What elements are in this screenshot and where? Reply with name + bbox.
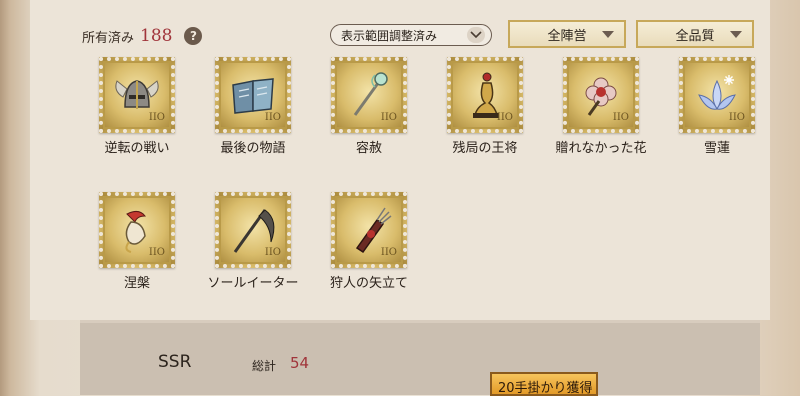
dropdown-arrow-icon bbox=[730, 31, 742, 38]
display-filter-button[interactable]: 表示範囲調整済み bbox=[330, 24, 492, 46]
item-label: 雪蓮 bbox=[703, 141, 730, 156]
owned-label: 所有済み bbox=[82, 30, 135, 46]
display-filter-label: 表示範囲調整済み bbox=[341, 28, 438, 43]
item-card[interactable]: IIO 逆転の戦い bbox=[82, 57, 192, 156]
camp-dropdown[interactable]: 全陣営 bbox=[508, 20, 626, 48]
item-card[interactable]: IIO 残局の王将 bbox=[430, 57, 540, 156]
item-card[interactable]: IIO 贈れなかった花 bbox=[546, 57, 656, 156]
dropdown-arrow-icon bbox=[602, 31, 614, 38]
stamp-mark: IIO bbox=[148, 112, 165, 123]
rarity-title: SSR bbox=[158, 352, 192, 372]
item-label: 逆転の戦い bbox=[104, 141, 170, 156]
stamp-mark: IIO bbox=[264, 247, 281, 258]
help-icon[interactable]: ? bbox=[184, 27, 203, 45]
item-label: 贈れなかった花 bbox=[555, 141, 647, 156]
camp-dropdown-label: 全陣営 bbox=[547, 28, 587, 44]
item-card[interactable]: IIO 容赦 bbox=[314, 57, 424, 156]
total-value: 54 bbox=[290, 354, 310, 372]
item-stamp: IIO bbox=[99, 192, 175, 268]
item-card[interactable]: IIO 雪蓮 bbox=[662, 57, 772, 156]
stamp-mark: IIO bbox=[264, 112, 281, 123]
item-stamp: IIO bbox=[447, 57, 523, 133]
item-label: 涅槃 bbox=[123, 276, 150, 291]
item-label: 残局の王将 bbox=[452, 141, 518, 156]
owned-count: 188 bbox=[140, 26, 173, 46]
total-label: 総計 bbox=[252, 359, 277, 373]
item-card[interactable]: IIO 涅槃 bbox=[82, 192, 192, 291]
stamp-mark: IIO bbox=[612, 112, 629, 123]
stamp-mark: IIO bbox=[148, 247, 165, 258]
item-stamp: IIO bbox=[215, 192, 291, 268]
quality-dropdown-label: 全品質 bbox=[675, 28, 715, 44]
chevron-down-icon bbox=[467, 27, 485, 43]
item-label: 最後の物語 bbox=[220, 141, 286, 156]
stamp-mark: IIO bbox=[728, 112, 745, 123]
item-card[interactable]: IIO 最後の物語 bbox=[198, 57, 308, 156]
item-stamp: IIO bbox=[563, 57, 639, 133]
get-clues-button[interactable]: 20手掛かり獲得 bbox=[490, 372, 598, 396]
item-card[interactable]: IIO 狩人の矢立て bbox=[314, 192, 424, 291]
item-label: ソールイーター bbox=[207, 276, 299, 291]
stamp-mark: IIO bbox=[380, 112, 397, 123]
item-label: 狩人の矢立て bbox=[329, 276, 408, 291]
stamp-mark: IIO bbox=[380, 247, 397, 258]
item-stamp: IIO bbox=[215, 57, 291, 133]
item-label: 容赦 bbox=[355, 141, 382, 156]
owned-count-row: 所有済み 188 ? bbox=[82, 26, 203, 46]
item-stamp: IIO bbox=[679, 57, 755, 133]
stamp-mark: IIO bbox=[496, 112, 513, 123]
item-stamp: IIO bbox=[331, 57, 407, 133]
item-stamp: IIO bbox=[99, 57, 175, 133]
item-stamp: IIO bbox=[331, 192, 407, 268]
item-card[interactable]: IIO ソールイーター bbox=[198, 192, 308, 291]
quality-dropdown[interactable]: 全品質 bbox=[636, 20, 754, 48]
